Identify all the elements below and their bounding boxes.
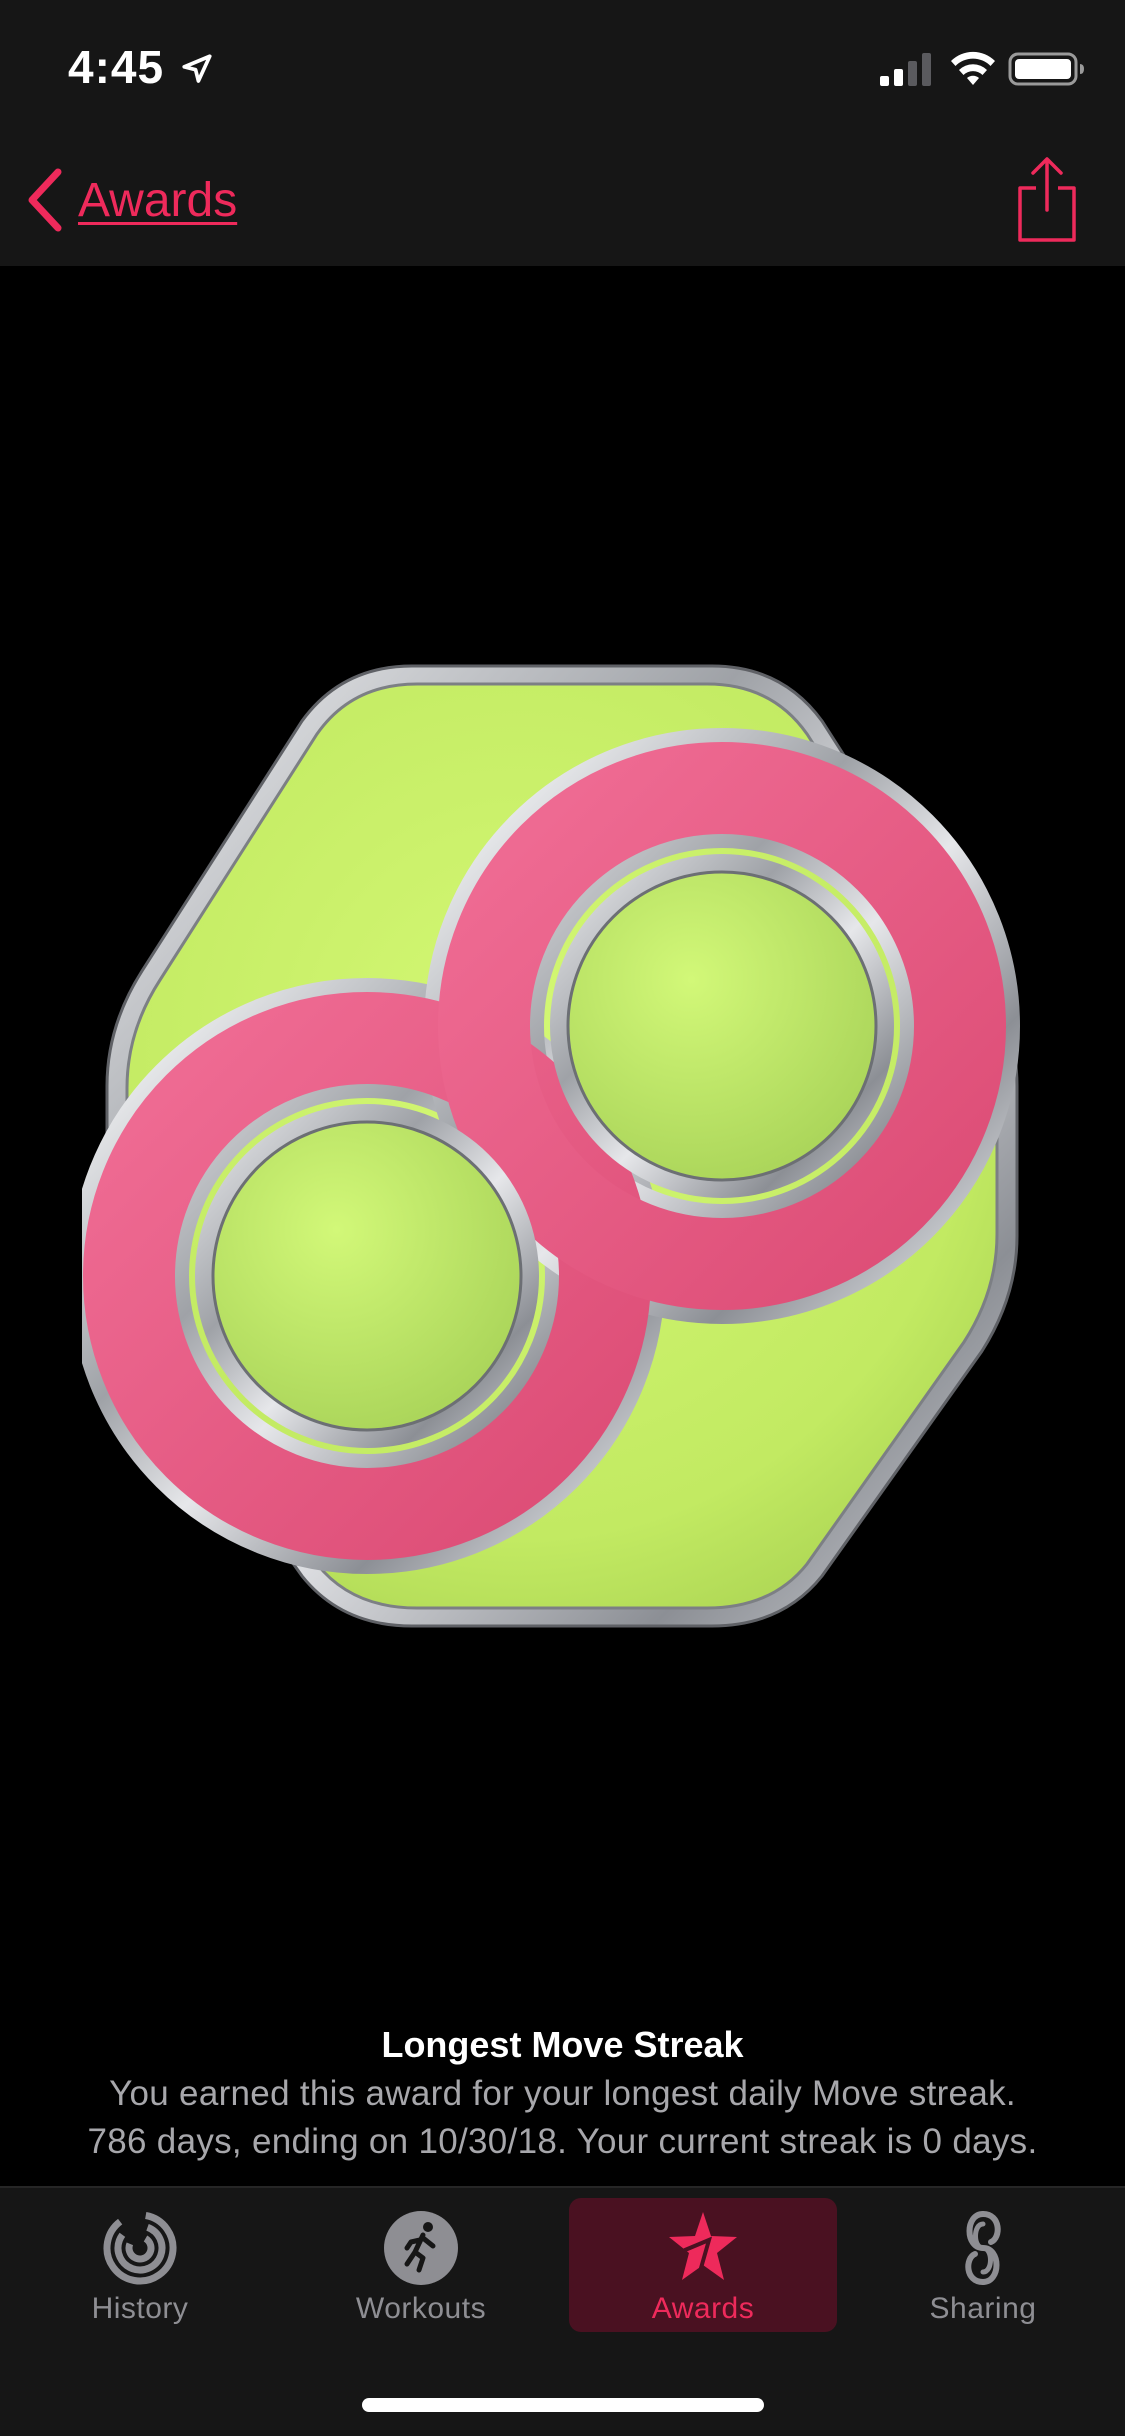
tab-history-label: History [91,2292,189,2325]
status-time: 4:45 [68,41,165,93]
back-button[interactable]: Awards [22,160,237,240]
award-description-line-1: You earned this award for your longest d… [109,2074,1016,2113]
cellular-signal-icon [880,53,931,86]
badge-area [0,266,1125,1966]
sharing-icon [965,2211,1001,2285]
battery-icon [1008,52,1084,86]
tab-awards-label: Awards [651,2292,755,2325]
chevron-left-icon [28,168,62,232]
status-bar: 4:45 [0,0,1125,132]
runner-icon [384,2211,458,2285]
navigation-bar: Awards [0,132,1125,266]
history-rings-icon [103,2211,177,2285]
screen: 4:45 Awards Longest Move Streak You earn… [0,0,1125,2436]
location-arrow-icon [182,54,212,83]
wifi-icon [951,51,995,85]
tab-history[interactable]: History [6,2198,274,2332]
award-star-icon [669,2212,737,2280]
award-description-line-2: 786 days, ending on 10/30/18. Your curre… [87,2122,1038,2161]
infinity-badge-icon [82,664,1020,1628]
tab-sharing-label: Sharing [929,2292,1037,2325]
back-button-label: Awards [78,173,238,227]
tab-workouts-label: Workouts [355,2292,487,2325]
share-icon[interactable] [1012,154,1082,244]
award-title: Longest Move Streak [381,2024,744,2065]
tab-awards[interactable]: Awards [569,2198,837,2332]
home-indicator[interactable] [362,2398,764,2412]
tab-workouts[interactable]: Workouts [287,2198,555,2332]
tab-sharing[interactable]: Sharing [849,2198,1117,2332]
